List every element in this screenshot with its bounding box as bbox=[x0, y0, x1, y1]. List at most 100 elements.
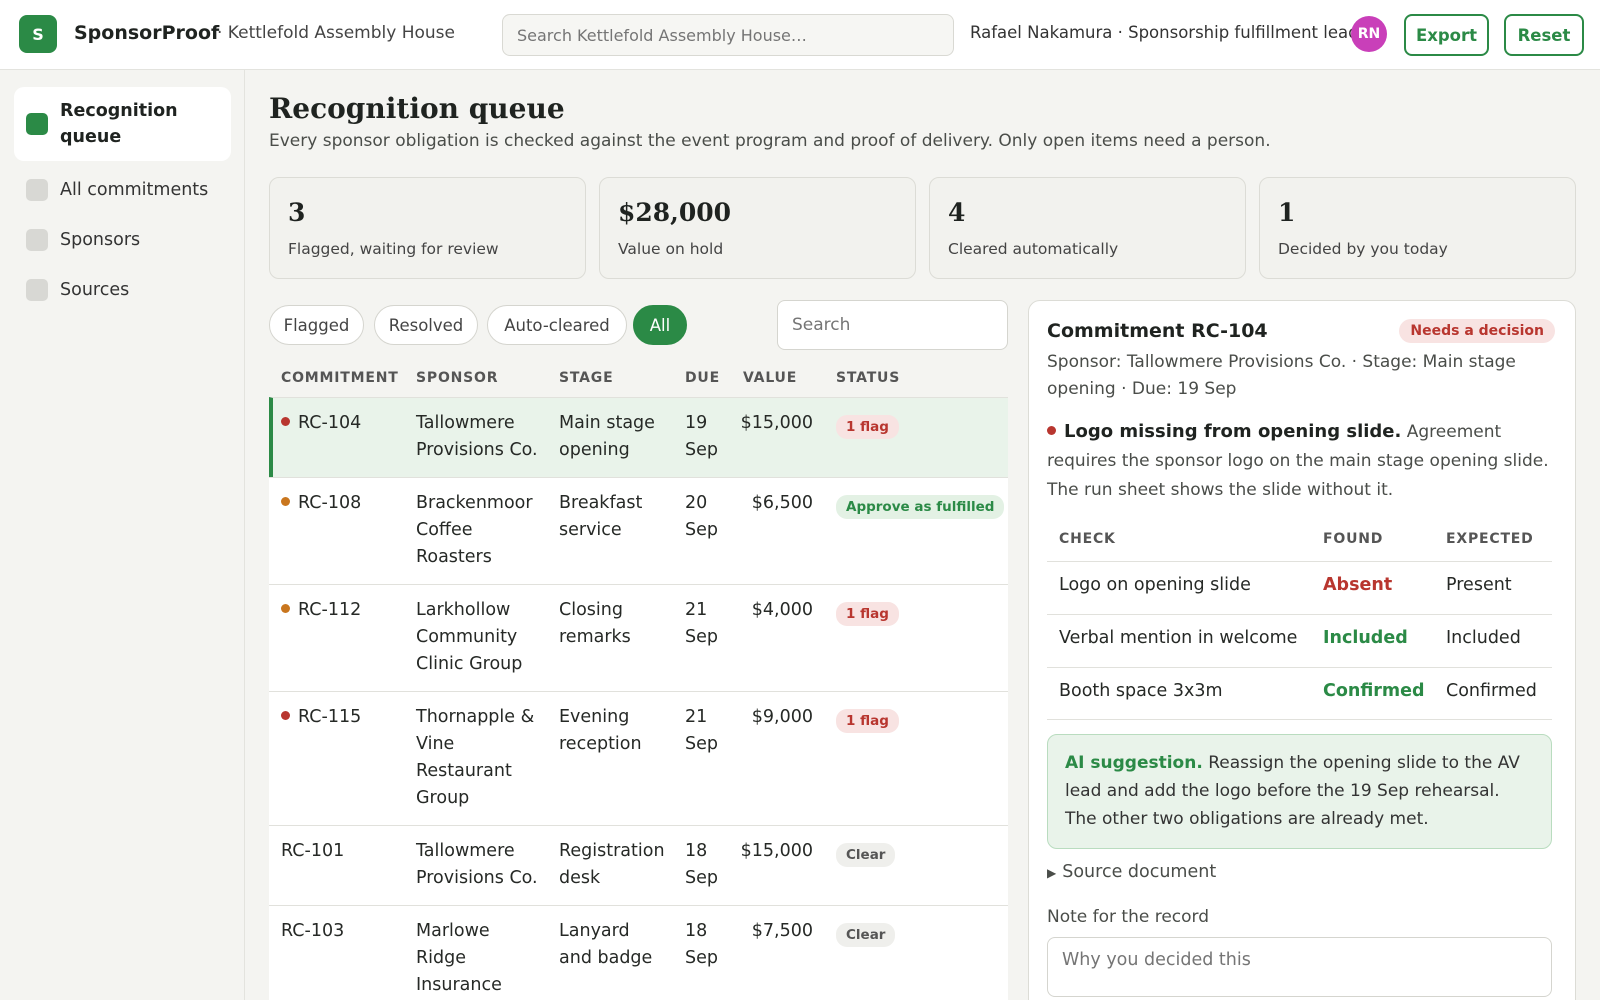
column-header: EXPECTED bbox=[1446, 531, 1534, 547]
commitments-table: COMMITMENT SPONSOR STAGE DUE VALUE STATU… bbox=[269, 355, 1008, 1000]
page-title: Recognition queue bbox=[269, 92, 565, 125]
sidebar-item-all-commitments[interactable]: All commitments bbox=[14, 170, 231, 210]
note-label: Note for the record bbox=[1047, 907, 1210, 927]
status-badge[interactable]: Approve as fulfilled bbox=[836, 495, 1005, 519]
table-row[interactable]: RC-103 Marlowe Ridge Insurance Lanyard a… bbox=[269, 905, 1008, 1000]
list-search-input[interactable] bbox=[777, 300, 1008, 350]
sponsor-name: Marlowe Ridge Insurance bbox=[416, 921, 502, 995]
stat-card-cleared: 4 Cleared automatically bbox=[929, 177, 1246, 279]
source-document-toggle[interactable]: ▶ Source document bbox=[1047, 862, 1216, 882]
status-badge: 1 flag bbox=[836, 602, 899, 626]
sidebar: Recognition queue All commitments Sponso… bbox=[0, 70, 245, 1000]
stat-card-decided: 1 Decided by you today bbox=[1259, 177, 1576, 279]
value-amount: $15,000 bbox=[740, 413, 813, 433]
stage-name: Closing remarks bbox=[559, 600, 631, 647]
filter-chip-auto-cleared[interactable]: Auto-cleared bbox=[487, 305, 627, 345]
organization-name: · Kettlefold Assembly House bbox=[217, 23, 455, 43]
commitments-icon bbox=[26, 179, 48, 201]
export-button[interactable]: Export bbox=[1404, 14, 1489, 56]
sponsor-name: Tallowmere Provisions Co. bbox=[416, 413, 538, 460]
top-bar: S SponsorProof · Kettlefold Assembly Hou… bbox=[0, 0, 1600, 70]
check-name: Booth space 3x3m bbox=[1059, 681, 1223, 701]
value-amount: $15,000 bbox=[740, 841, 813, 861]
detail-meta: Sponsor: Tallowmere Provisions Co. · Sta… bbox=[1047, 352, 1516, 399]
stat-value: 1 bbox=[1278, 198, 1296, 227]
column-header[interactable]: COMMITMENT bbox=[281, 370, 399, 386]
stage-name: Evening reception bbox=[559, 707, 642, 754]
status-badge: Clear bbox=[836, 923, 896, 947]
stat-label: Flagged, waiting for review bbox=[288, 240, 499, 258]
table-header: COMMITMENT SPONSOR STAGE DUE VALUE STATU… bbox=[269, 355, 1008, 397]
commitment-id: RC-115 bbox=[281, 704, 361, 731]
column-header[interactable]: STAGE bbox=[559, 370, 613, 386]
status-badge: 1 flag bbox=[836, 415, 899, 439]
check-expected: Confirmed bbox=[1446, 681, 1537, 701]
stat-label: Value on hold bbox=[618, 240, 724, 258]
ai-suggestion-label: AI suggestion. bbox=[1065, 753, 1203, 773]
column-header[interactable]: SPONSOR bbox=[416, 370, 498, 386]
red-status-dot-icon bbox=[281, 416, 290, 426]
sidebar-item-sources[interactable]: Sources bbox=[14, 270, 231, 310]
due-date: 20 Sep bbox=[685, 493, 718, 540]
commitment-id: RC-103 bbox=[281, 921, 345, 941]
column-header[interactable]: VALUE bbox=[743, 370, 797, 386]
due-date: 18 Sep bbox=[685, 921, 718, 968]
check-row: Logo on opening slide Absent Present bbox=[1047, 561, 1552, 614]
table-row[interactable]: RC-112 Larkhollow Community Clinic Group… bbox=[269, 584, 1008, 691]
sidebar-item-sponsors[interactable]: Sponsors bbox=[14, 220, 231, 260]
commitment-id: RC-108 bbox=[281, 490, 361, 517]
reset-button[interactable]: Reset bbox=[1504, 14, 1584, 56]
check-found: Confirmed bbox=[1323, 681, 1425, 701]
check-row: Verbal mention in welcome Included Inclu… bbox=[1047, 614, 1552, 667]
commitment-id: RC-101 bbox=[281, 841, 345, 861]
note-field[interactable] bbox=[1047, 937, 1552, 997]
issue-title: Logo missing from opening slide. bbox=[1064, 421, 1402, 442]
stat-label: Decided by you today bbox=[1278, 240, 1448, 258]
stat-value: 4 bbox=[948, 198, 966, 227]
queue-icon bbox=[26, 113, 48, 135]
table-row[interactable]: RC-104 Tallowmere Provisions Co. Main st… bbox=[269, 397, 1008, 477]
check-expected: Included bbox=[1446, 628, 1521, 648]
avatar[interactable]: RN bbox=[1351, 16, 1387, 52]
global-search-input[interactable] bbox=[502, 14, 954, 56]
sponsor-name: Tallowmere Provisions Co. bbox=[416, 841, 538, 888]
sponsor-name: Brackenmoor Coffee Roasters bbox=[416, 493, 533, 567]
needs-decision-badge: Needs a decision bbox=[1399, 319, 1555, 343]
sponsor-name: Thornapple & Vine Restaurant Group bbox=[416, 707, 535, 808]
commitment-id: RC-104 bbox=[281, 410, 361, 437]
page-subtitle: Every sponsor obligation is checked agai… bbox=[269, 131, 1271, 151]
value-amount: $7,500 bbox=[751, 921, 813, 941]
stage-name: Registration desk bbox=[559, 841, 665, 888]
sources-icon bbox=[26, 279, 48, 301]
sponsor-name: Larkhollow Community Clinic Group bbox=[416, 600, 523, 674]
red-status-dot-icon bbox=[281, 710, 290, 720]
table-row[interactable]: RC-108 Brackenmoor Coffee Roasters Break… bbox=[269, 477, 1008, 584]
column-header: CHECK bbox=[1059, 531, 1116, 547]
check-row: Booth space 3x3m Confirmed Confirmed bbox=[1047, 667, 1552, 720]
due-date: 19 Sep bbox=[685, 413, 718, 460]
due-date: 18 Sep bbox=[685, 841, 718, 888]
table-row[interactable]: RC-115 Thornapple & Vine Restaurant Grou… bbox=[269, 691, 1008, 825]
filter-chip-resolved[interactable]: Resolved bbox=[374, 305, 478, 345]
table-row[interactable]: RC-101 Tallowmere Provisions Co. Registr… bbox=[269, 825, 1008, 905]
value-amount: $6,500 bbox=[751, 493, 813, 513]
issue-description: Logo missing from opening slide. Agreeme… bbox=[1047, 417, 1552, 505]
checks-header: CHECK FOUND EXPECTED bbox=[1047, 521, 1552, 561]
stage-name: Lanyard and badge bbox=[559, 921, 653, 968]
column-header[interactable]: DUE bbox=[685, 370, 720, 386]
stat-card-flagged: 3 Flagged, waiting for review bbox=[269, 177, 586, 279]
value-amount: $9,000 bbox=[751, 707, 813, 727]
column-header[interactable]: STATUS bbox=[836, 370, 900, 386]
check-name: Verbal mention in welcome bbox=[1059, 628, 1298, 648]
sponsors-icon bbox=[26, 229, 48, 251]
filter-chip-all[interactable]: All bbox=[633, 305, 687, 345]
status-badge: Clear bbox=[836, 843, 896, 867]
filter-chip-flagged[interactable]: Flagged bbox=[269, 305, 364, 345]
stat-value: 3 bbox=[288, 198, 306, 227]
stage-name: Main stage opening bbox=[559, 413, 655, 460]
stat-label: Cleared automatically bbox=[948, 240, 1119, 258]
due-date: 21 Sep bbox=[685, 600, 718, 647]
stat-card-value-on-hold: $28,000 Value on hold bbox=[599, 177, 916, 279]
sidebar-item-label: All commitments bbox=[60, 180, 209, 200]
sidebar-item-recognition-queue[interactable]: Recognition queue bbox=[14, 87, 231, 161]
